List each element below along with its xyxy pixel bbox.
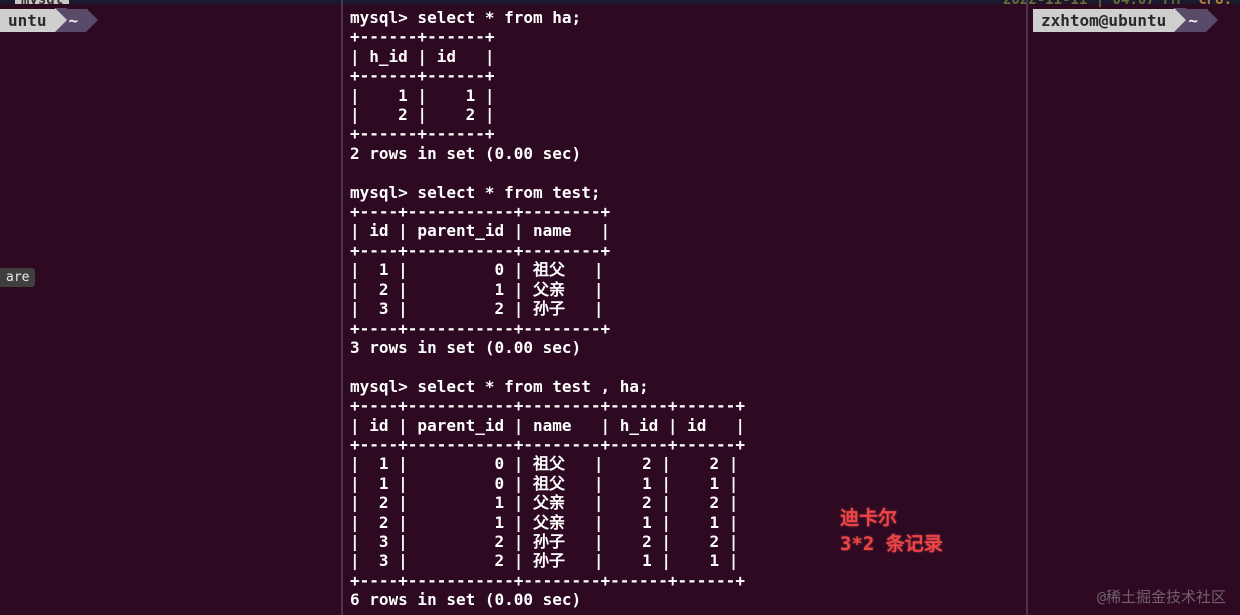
annotation-line2: 3*2 条记录 [840,531,943,557]
pane-separator-right[interactable] [1026,0,1028,615]
powerline-arrow-icon [1174,8,1186,32]
annotation-cartesian: 迪卡尔 3*2 条记录 [840,505,943,557]
pane-separator-left[interactable] [341,0,343,615]
watermark: @稀土掘金技术社区 [1097,586,1226,607]
side-tab-are[interactable]: are [0,268,35,287]
powerline-arrow-icon [86,8,98,32]
left-host-segment: untu [0,9,55,32]
status-cpu: CPU: [1198,0,1232,8]
annotation-line1: 迪卡尔 [840,505,943,531]
left-path-segment: ~ [67,9,87,32]
right-host-segment: zxhtom@ubuntu [1033,9,1174,32]
left-pane-prompt: untu ~ [0,8,98,32]
terminal-output[interactable]: mysql> select * from ha; +------+------+… [350,8,745,610]
powerline-arrow-icon [55,8,67,32]
powerline-arrow-icon [1206,8,1218,32]
right-path-segment: ~ [1186,9,1206,32]
right-pane-prompt: zxhtom@ubuntu ~ [1033,8,1218,32]
status-datetime: 2022-11-11 | 04:07 PM [1003,0,1180,8]
tab-title-mysql[interactable]: mysql [15,0,69,4]
